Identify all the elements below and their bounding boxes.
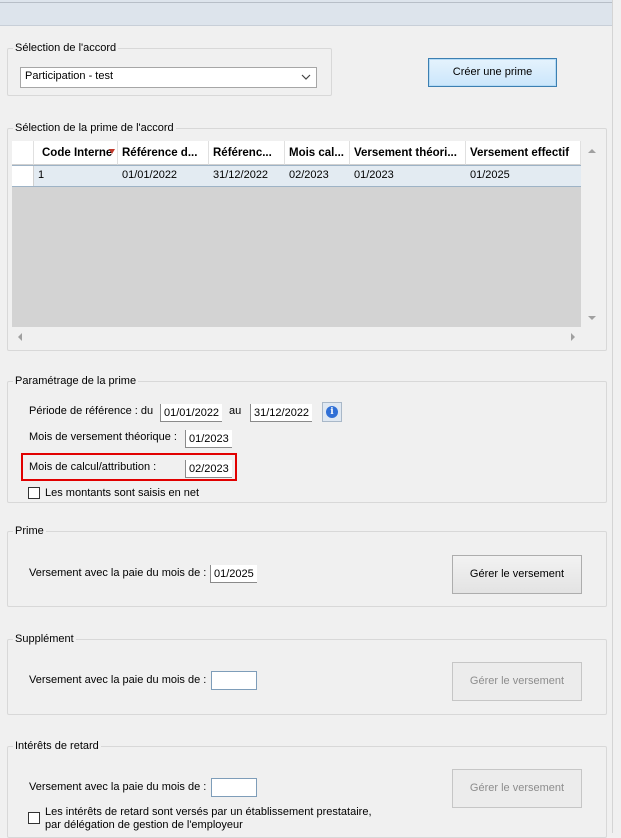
prestataire-label-line1: Les intérêts de retard sont versés par u… [45, 806, 372, 818]
interets-gerer-button[interactable]: Gérer le versement [452, 769, 582, 808]
prime-gerer-button[interactable]: Gérer le versement [452, 555, 582, 594]
row-selector[interactable] [12, 166, 34, 186]
date-du-field[interactable]: 01/01/2022 [160, 404, 222, 422]
info-button[interactable]: i [322, 402, 342, 422]
cell-versement-theorique: 01/2023 [354, 169, 394, 181]
interets-versement-field[interactable] [211, 778, 257, 797]
mois-calcul-field[interactable]: 02/2023 [185, 460, 232, 478]
mois-theorique-label: Mois de versement théorique : [29, 431, 177, 443]
prime-legend: Prime [13, 525, 46, 537]
col-header-versement-effectif[interactable]: Versement effectif [466, 141, 581, 165]
sort-indicator-icon [109, 149, 115, 154]
chevron-down-icon [301, 74, 311, 80]
cell-code-interne: 1 [38, 169, 45, 181]
scroll-left-icon[interactable] [15, 332, 25, 342]
create-prime-button[interactable]: Créer une prime [428, 58, 557, 87]
window-top-bar [0, 0, 612, 26]
cell-reference-fin: 31/12/2022 [213, 169, 269, 181]
date-au-field[interactable]: 31/12/2022 [250, 404, 312, 422]
mois-calcul-label: Mois de calcul/attribution : [29, 461, 157, 473]
periode-label: Période de référence : du [29, 405, 154, 417]
accord-select[interactable]: Participation - test [20, 67, 317, 88]
col-header-code-interne[interactable]: Code Interne [34, 141, 118, 165]
accord-selected-value: Participation - test [25, 70, 114, 82]
prime-versement-label: Versement avec la paie du mois de : [29, 567, 207, 579]
prime-accord-legend: Sélection de la prime de l'accord [13, 122, 176, 134]
interets-legend: Intérêts de retard [13, 740, 101, 752]
mois-theorique-field[interactable]: 01/2023 [185, 430, 232, 448]
supplement-versement-field[interactable] [211, 671, 257, 690]
supplement-versement-label: Versement avec la paie du mois de : [29, 674, 207, 686]
info-icon: i [326, 406, 338, 418]
scroll-down-icon[interactable] [587, 313, 597, 323]
cell-reference-debut: 01/01/2022 [122, 169, 178, 181]
vertical-scrollbar[interactable] [612, 0, 621, 833]
col-header-reference-debut[interactable]: Référence d... [118, 141, 209, 165]
col-header-versement-theorique[interactable]: Versement théori... [350, 141, 466, 165]
scroll-right-icon[interactable] [568, 332, 578, 342]
accord-legend: Sélection de l'accord [13, 42, 119, 54]
supplement-legend: Supplément [13, 633, 76, 645]
prime-versement-field[interactable]: 01/2025 [210, 565, 257, 583]
prestataire-checkbox[interactable] [28, 812, 40, 824]
cell-mois-calcul: 02/2023 [289, 169, 329, 181]
col-header-mois-calcul[interactable]: Mois cal... [285, 141, 350, 165]
au-label: au [229, 405, 242, 417]
net-label: Les montants sont saisis en net [45, 487, 200, 499]
cell-versement-effectif: 01/2025 [470, 169, 510, 181]
top-divider [0, 2, 612, 3]
interets-versement-label: Versement avec la paie du mois de : [29, 781, 207, 793]
col-header-reference-fin[interactable]: Référenc... [209, 141, 285, 165]
grid-header-corner [12, 141, 34, 165]
parametrage-legend: Paramétrage de la prime [13, 375, 139, 387]
supplement-gerer-button[interactable]: Gérer le versement [452, 662, 582, 701]
net-checkbox[interactable] [28, 487, 40, 499]
scroll-up-icon[interactable] [587, 146, 597, 156]
prestataire-label-line2: par délégation de gestion de l'employeur [45, 819, 243, 831]
